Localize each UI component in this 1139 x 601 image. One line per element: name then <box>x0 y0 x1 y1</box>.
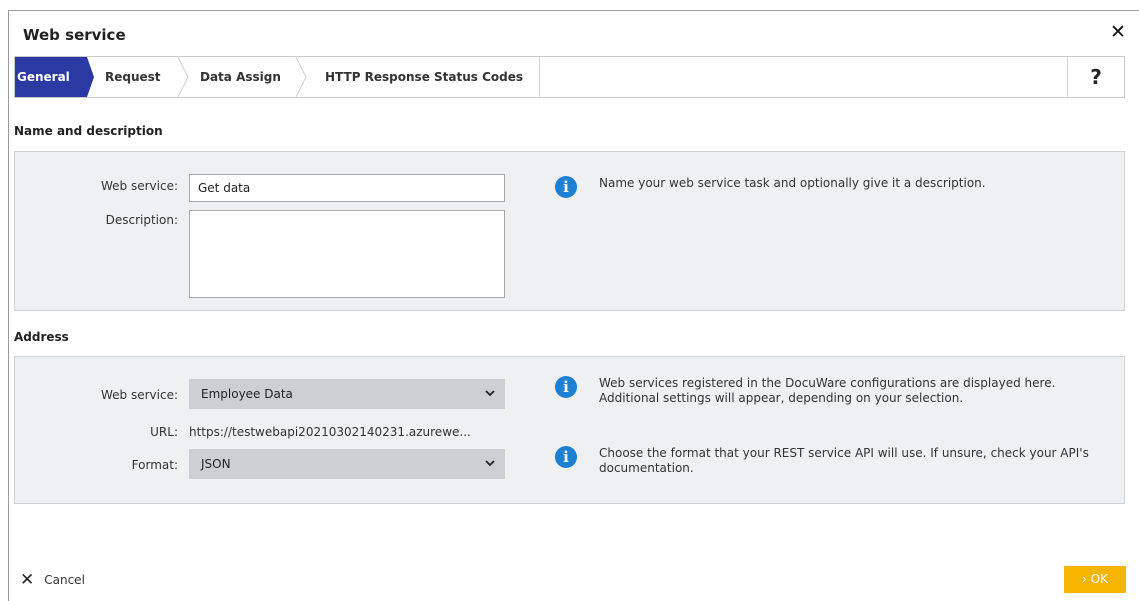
tab-separator-chevron-icon <box>177 57 189 97</box>
help-icon[interactable]: ? <box>1068 57 1124 97</box>
format-select[interactable]: JSON <box>189 449 505 479</box>
chevron-down-icon <box>485 390 495 397</box>
tab-separator-chevron-icon <box>295 57 307 97</box>
tab-bar: General Request Data Assign HTTP Respons… <box>14 56 1125 98</box>
format-label: Format: <box>131 458 178 472</box>
chevron-down-icon <box>485 460 495 467</box>
tab-http-response-status-codes[interactable]: HTTP Response Status Codes <box>325 57 523 97</box>
format-selected-value: JSON <box>201 457 231 471</box>
section-heading-address: Address <box>14 330 69 344</box>
web-service-selected-value: Employee Data <box>201 387 293 401</box>
tab-request[interactable]: Request <box>105 57 161 97</box>
description-label: Description: <box>105 213 178 227</box>
ok-button[interactable]: › OK <box>1064 566 1126 593</box>
name-description-panel: Web service: Description: i Name your we… <box>14 151 1125 311</box>
url-value: https://testwebapi20210302140231.azurewe… <box>189 425 471 439</box>
section-heading-name: Name and description <box>14 124 163 138</box>
name-info-text: Name your web service task and optionall… <box>599 176 986 190</box>
cancel-label: Cancel <box>44 573 85 587</box>
close-icon[interactable]: ✕ <box>1107 21 1129 43</box>
info-icon: i <box>555 446 577 468</box>
info-icon: i <box>555 376 577 398</box>
cancel-button[interactable]: ✕ Cancel <box>20 570 85 590</box>
tab-divider <box>539 57 540 97</box>
tab-general[interactable]: General <box>15 57 87 97</box>
info-icon: i <box>555 176 577 198</box>
address-panel: Web service: Employee Data URL: https://… <box>14 356 1125 504</box>
web-service-info-text: Web services registered in the DocuWare … <box>599 376 1056 405</box>
web-service-name-label: Web service: <box>100 179 178 193</box>
description-textarea[interactable] <box>189 210 505 298</box>
tab-data-assign[interactable]: Data Assign <box>200 57 281 97</box>
format-info-text: Choose the format that your REST service… <box>599 446 1089 475</box>
web-service-select-label: Web service: <box>100 388 178 402</box>
web-service-name-input[interactable] <box>189 174 505 202</box>
close-icon: ✕ <box>20 570 35 590</box>
web-service-select[interactable]: Employee Data <box>189 379 505 409</box>
active-tab-arrow <box>87 57 94 97</box>
dialog-title: Web service <box>23 26 126 44</box>
url-label: URL: <box>150 425 178 439</box>
